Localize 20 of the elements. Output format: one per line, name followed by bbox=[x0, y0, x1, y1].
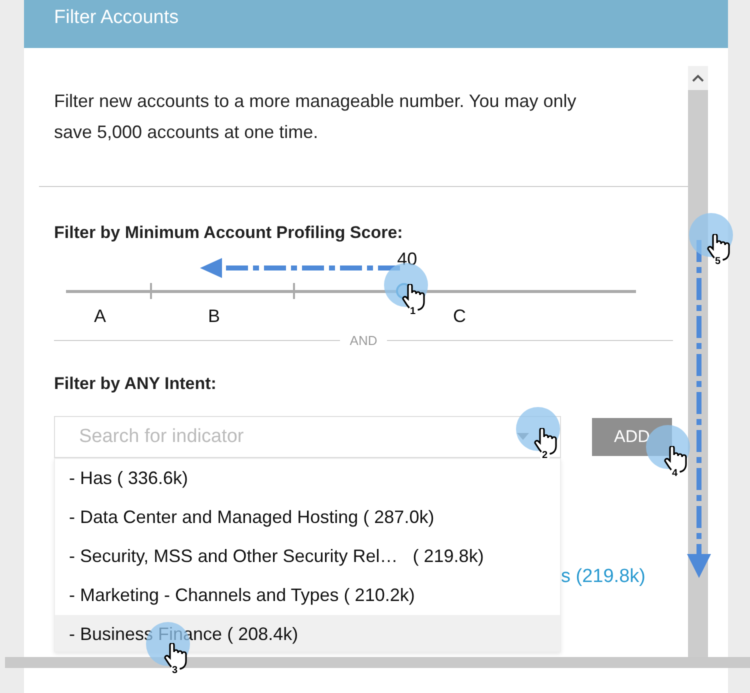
panel-title: Filter Accounts bbox=[54, 7, 179, 29]
dropdown-option[interactable]: - Data Center and Managed Hosting ( 287.0k) bbox=[55, 498, 560, 537]
chevron-up-icon bbox=[692, 74, 704, 82]
hand-cursor-icon bbox=[664, 446, 688, 474]
dropdown-option[interactable]: - Marketing - Channels and Types ( 210.2k) bbox=[55, 576, 560, 615]
grade-label: B bbox=[208, 306, 220, 327]
hand-cursor-icon bbox=[534, 428, 558, 456]
separator-label: AND bbox=[350, 333, 378, 348]
grade-label: C bbox=[453, 306, 466, 327]
dropdown-option[interactable]: - Business Finance ( 208.4k) bbox=[55, 615, 560, 651]
slider-value: 40 bbox=[397, 249, 418, 270]
horizontal-scrollbar[interactable] bbox=[5, 657, 750, 668]
section-heading: Filter by Minimum Account Profiling Score: bbox=[54, 223, 404, 243]
grade-label: A bbox=[94, 306, 106, 327]
hand-cursor-icon bbox=[402, 284, 426, 312]
section-heading: Filter by ANY Intent: bbox=[54, 374, 218, 394]
scroll-up-button[interactable] bbox=[688, 66, 708, 90]
dropdown-option[interactable]: - Has ( 336.6k) bbox=[55, 459, 560, 498]
description-text: Filter new accounts to a more manageable number. You may only save 5,000 accounts at one time. bbox=[54, 90, 578, 144]
dropdown-option[interactable]: - Security, MSS and Other Security Rel… ( 219.8k) bbox=[55, 537, 560, 576]
